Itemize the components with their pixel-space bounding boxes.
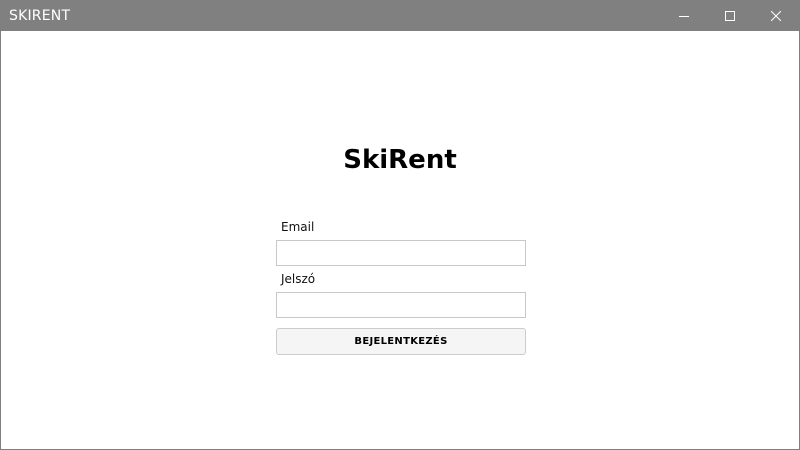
minimize-button[interactable] (661, 1, 707, 31)
app-window: SKIRENT SkiRent Email Jelszó BEJELENTKEZ… (0, 0, 800, 450)
email-label: Email (281, 220, 315, 234)
maximize-icon (725, 11, 735, 21)
email-field[interactable] (276, 240, 526, 266)
window-title: SKIRENT (9, 8, 71, 24)
close-icon (771, 11, 781, 21)
login-panel: SkiRent Email Jelszó BEJELENTKEZÉS (1, 31, 799, 449)
password-field[interactable] (276, 292, 526, 318)
login-button[interactable]: BEJELENTKEZÉS (276, 328, 526, 355)
app-title: SkiRent (343, 145, 457, 175)
minimize-icon (679, 16, 689, 17)
title-bar[interactable]: SKIRENT (1, 1, 799, 31)
close-button[interactable] (753, 1, 799, 31)
password-label: Jelszó (281, 272, 316, 286)
maximize-button[interactable] (707, 1, 753, 31)
